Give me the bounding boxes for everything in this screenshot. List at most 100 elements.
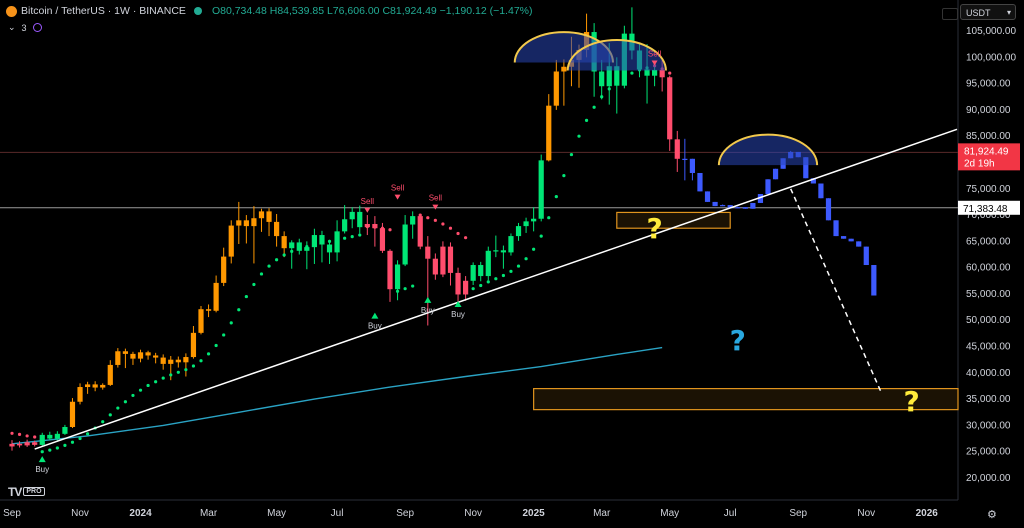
sar-dot — [411, 284, 415, 288]
y-tick-label: 60,000.00 — [966, 263, 1011, 274]
indicator-toggle[interactable]: ⌄ 3 — [8, 22, 42, 33]
candle — [531, 218, 537, 222]
candle — [357, 211, 363, 228]
candle — [546, 105, 552, 161]
sar-dot — [312, 242, 316, 247]
buy-signal-label: Buy — [451, 310, 465, 319]
x-tick-label: Sep — [3, 508, 21, 519]
currency-select[interactable]: USDT — [960, 4, 1016, 21]
candle — [674, 139, 680, 159]
candle — [553, 71, 559, 106]
buy-signal-label: Buy — [421, 306, 435, 315]
candle — [652, 69, 658, 76]
candle — [266, 211, 272, 222]
sar-dot — [471, 287, 475, 291]
high-value: H84,539.85 — [269, 5, 325, 17]
sar-dot — [395, 289, 400, 293]
candle — [402, 224, 408, 265]
sell-signal-label: Sell — [429, 194, 443, 203]
y-tick-label: 30,000.00 — [966, 420, 1011, 431]
sar-dot — [554, 195, 558, 199]
sar-dot — [335, 238, 339, 242]
candle — [833, 220, 839, 237]
sar-dot — [380, 226, 385, 230]
candle — [137, 352, 144, 359]
x-tick-label: May — [660, 508, 679, 519]
y-tick-label: 25,000.00 — [966, 447, 1011, 458]
symbol-title[interactable]: Bitcoin / TetherUS · 1W · BINANCE — [21, 5, 186, 17]
sar-dot — [607, 87, 611, 91]
candle — [765, 179, 771, 195]
candle — [54, 433, 60, 439]
sar-dot — [116, 406, 120, 410]
candle — [100, 384, 106, 388]
candle — [871, 265, 877, 296]
sar-dot — [350, 235, 354, 239]
sar-dot — [509, 269, 513, 273]
y-tick-label: 85,000.00 — [966, 131, 1011, 142]
candle — [92, 384, 98, 388]
market-status-icon — [193, 7, 202, 15]
candle — [62, 426, 68, 434]
candle — [538, 160, 544, 219]
price-chart[interactable]: 105,000.00 100,000.00 95,000.00 90,000.00 85… — [0, 0, 1024, 528]
sar-dot — [138, 388, 143, 392]
x-tick-label: Nov — [71, 508, 89, 519]
sar-dot — [275, 258, 279, 262]
sar-dot — [267, 264, 271, 268]
candle — [183, 357, 189, 363]
sar-dot — [343, 236, 347, 240]
sell-signal-label: Sell — [391, 184, 405, 193]
x-tick-label: Nov — [464, 508, 482, 519]
x-tick-label: Jul — [331, 508, 344, 519]
candle — [425, 246, 431, 259]
open-value: O80,734.48 — [211, 5, 267, 17]
y-tick-label: 20,000.00 — [966, 473, 1011, 484]
question-mark: ? — [904, 385, 920, 418]
sar-dot — [86, 432, 90, 436]
bitcoin-icon — [6, 5, 17, 17]
buy-signal-label: Buy — [35, 465, 49, 474]
sar-dot — [199, 359, 203, 363]
candle — [160, 357, 166, 364]
sell-signal-label: Sell — [648, 50, 662, 59]
expand-icon[interactable] — [942, 8, 958, 20]
question-mark: ? — [646, 212, 662, 245]
candle — [9, 443, 15, 447]
chart-background — [0, 0, 1024, 528]
sar-dot — [252, 282, 256, 287]
sar-dot — [403, 287, 407, 291]
y-tick-label: 40,000.00 — [966, 368, 1011, 379]
sar-dot — [441, 222, 445, 226]
change-value: −1,190.12 (−1.47%) — [439, 5, 533, 17]
sar-dot — [433, 218, 437, 222]
candle — [825, 198, 832, 221]
candle — [463, 280, 469, 295]
sar-dot — [123, 400, 127, 404]
candle — [334, 231, 340, 253]
sar-dot — [448, 226, 453, 230]
candle — [697, 172, 703, 192]
candle — [735, 207, 741, 209]
sar-dot — [562, 174, 566, 178]
chart-header: Bitcoin / TetherUS · 1W · BINANCE O80,73… — [6, 5, 533, 17]
candle — [561, 66, 567, 72]
indicator-count: 3 — [21, 22, 27, 33]
candle — [447, 246, 454, 273]
x-tick-label: Jul — [724, 508, 737, 519]
candle — [856, 241, 862, 247]
candle — [221, 256, 227, 283]
candle — [228, 225, 234, 257]
gear-icon[interactable]: ⚙ — [987, 508, 997, 521]
candle — [712, 201, 718, 207]
sar-dot — [464, 236, 468, 240]
sar-dot — [373, 225, 377, 229]
candle — [115, 351, 121, 365]
current-price-label: 81,924.49 — [964, 146, 1009, 157]
logo-text: TV — [8, 484, 22, 499]
candle — [508, 236, 514, 253]
sar-dot — [479, 283, 483, 288]
indicator-icon — [32, 23, 42, 32]
sar-dot — [524, 257, 528, 261]
sar-dot — [78, 436, 82, 441]
